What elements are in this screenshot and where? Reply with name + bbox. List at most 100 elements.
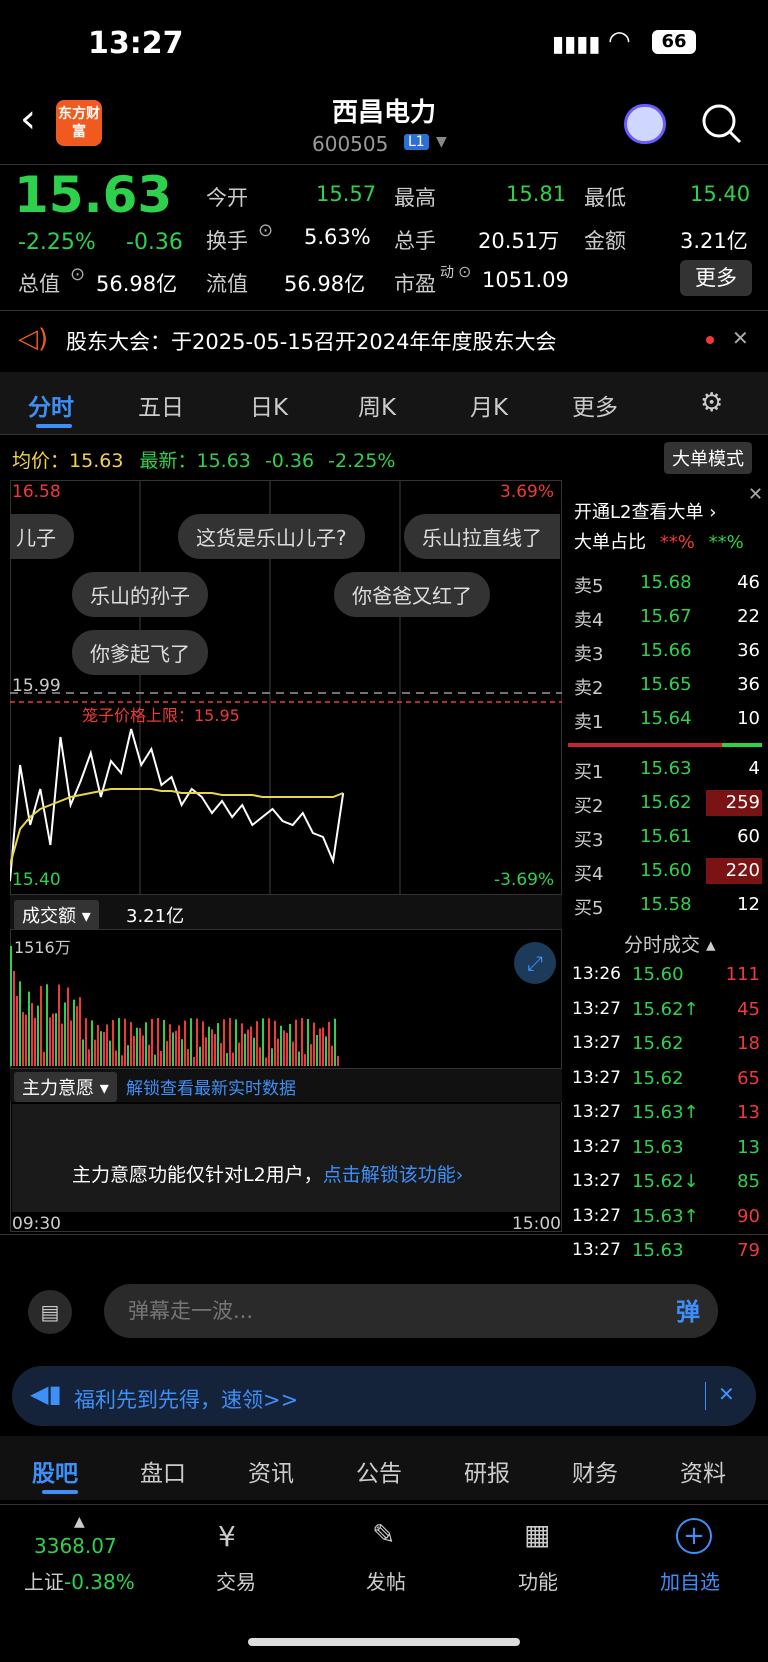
robot-assistant-icon[interactable] (624, 104, 666, 144)
info-icon[interactable]: ⊙ (458, 262, 471, 281)
expand-icon[interactable]: ⤢ (514, 942, 556, 984)
volume-bar (103, 1032, 105, 1066)
volume-bar (229, 1018, 231, 1066)
trade-price: 15.62 (632, 1067, 684, 1089)
time-start: 09:30 (12, 1214, 61, 1234)
subtab-4[interactable]: 研报 (464, 1454, 510, 1488)
label-high: 最高 (394, 186, 436, 210)
value-volume: 20.51万 (478, 229, 560, 253)
info-icon[interactable]: ⊙ (258, 220, 273, 241)
volume-type-selector[interactable]: 成交额 ▾ (14, 900, 99, 930)
volume-bar (133, 1035, 135, 1066)
index-pct: -0.38% (64, 1570, 135, 1594)
volume-bar (76, 1006, 78, 1066)
subtab-indicator (42, 1490, 78, 1494)
volume-bar (196, 1018, 198, 1066)
subtab-3[interactable]: 公告 (356, 1454, 402, 1488)
index-name[interactable]: 上证 (24, 1570, 64, 1594)
volume-bar (334, 1018, 336, 1066)
volume-bar (40, 985, 42, 1066)
volume-bar (127, 1045, 129, 1066)
tab-0[interactable]: 分时 (28, 388, 74, 422)
wifi-icon: ◠ (608, 26, 631, 56)
ratio-sell: **% (659, 532, 695, 553)
bid-price: 15.63 (640, 758, 692, 779)
volume-bar (115, 1050, 117, 1066)
danmaku-input[interactable] (128, 1294, 528, 1328)
volume-bar (19, 981, 21, 1066)
danmaku-toggle-button[interactable]: 弹 (676, 1292, 700, 1327)
promo-text[interactable]: 福利先到先得，速领>> (74, 1384, 298, 1414)
volume-bar (100, 1031, 102, 1066)
value-pe: 1051.09 (482, 268, 569, 292)
volume-bar (274, 1020, 276, 1066)
settings-icon[interactable]: ⚙ (700, 388, 723, 418)
trade-time: 13:27 (572, 1102, 621, 1122)
volume-bar (298, 1051, 300, 1066)
function-button[interactable]: 功能 (518, 1566, 558, 1595)
tab-3[interactable]: 周K (358, 388, 396, 422)
volume-bar (70, 1020, 72, 1066)
volume-bar (259, 1047, 261, 1066)
force-unlock-button[interactable]: 点击解锁该功能 (323, 1164, 456, 1186)
subtab-6[interactable]: 资料 (680, 1454, 726, 1488)
trade-price: 15.63↑ (632, 1102, 699, 1123)
trade-button[interactable]: 交易 (216, 1566, 256, 1595)
volume-bar (106, 1024, 108, 1066)
volume-bar (235, 1019, 237, 1066)
post-button[interactable]: 发帖 (366, 1566, 406, 1595)
subtab-5[interactable]: 财务 (572, 1454, 618, 1488)
trade-time: 13:27 (572, 1240, 621, 1260)
danmaku-bubble: 这货是乐山儿子? (178, 514, 365, 559)
post-icon[interactable]: ✎ (372, 1518, 395, 1551)
trades-label[interactable]: 分时成交 (624, 934, 700, 956)
stock-code: 600505 (312, 132, 389, 156)
trade-time: 13:27 (572, 1136, 621, 1157)
volume-bar (178, 1025, 180, 1066)
volume-bar (199, 1046, 201, 1066)
volume-bar (316, 1035, 318, 1066)
search-icon[interactable] (700, 102, 744, 146)
index-value[interactable]: 3368.07 (34, 1534, 117, 1558)
close-icon[interactable]: ✕ (732, 326, 749, 350)
big-order-mode-button[interactable]: 大单模式 (664, 442, 752, 474)
latest-chg: -0.36 (264, 450, 315, 472)
subtab-2[interactable]: 资讯 (248, 1454, 294, 1488)
info-icon[interactable]: ⊙ (70, 264, 85, 285)
volume-bar (64, 1002, 66, 1066)
function-grid-icon[interactable]: ▦ (524, 1518, 550, 1551)
add-watchlist-button[interactable]: 加自选 (660, 1566, 720, 1595)
tab-4[interactable]: 月K (470, 388, 508, 422)
volume-bar (307, 1019, 309, 1066)
value-amount: 3.21亿 (680, 229, 748, 253)
close-icon[interactable]: ✕ (718, 1382, 735, 1406)
subtab-0[interactable]: 股吧 (32, 1454, 78, 1488)
comment-list-icon[interactable]: ▤ (28, 1290, 72, 1334)
close-icon[interactable]: ✕ (748, 484, 763, 505)
volume-bar (265, 1057, 267, 1066)
volume-bar (85, 1018, 87, 1066)
volume-bar (277, 1038, 279, 1066)
danmaku-bubble: 乐山拉直线了 (404, 514, 560, 559)
open-l2-link[interactable]: 开通L2查看大单 › (574, 498, 716, 524)
tab-2[interactable]: 日K (250, 388, 288, 422)
unread-dot (706, 336, 714, 344)
volume-bar (97, 1025, 99, 1066)
volume-bar (181, 1039, 183, 1066)
unlock-link[interactable]: 解锁查看最新实时数据 (126, 1074, 296, 1099)
chevron-up-icon: ▲ (74, 1514, 85, 1530)
chevron-down-icon[interactable]: ▼ (436, 134, 447, 150)
avg-value: 15.63 (69, 450, 124, 472)
volume-bar (295, 1019, 297, 1066)
tab-1[interactable]: 五日 (138, 388, 184, 422)
more-button[interactable]: 更多 (680, 260, 752, 296)
volume-bar (187, 1048, 189, 1066)
notice-text[interactable]: 股东大会：于2025-05-15召开2024年年度股东大会 (66, 326, 556, 356)
volume-bar (190, 1018, 192, 1066)
trade-icon[interactable]: ¥ (218, 1520, 236, 1553)
add-watchlist-icon[interactable]: + (676, 1518, 712, 1554)
top-price: 16.58 (12, 482, 61, 502)
subtab-1[interactable]: 盘口 (140, 1454, 186, 1488)
force-selector[interactable]: 主力意愿 ▾ (14, 1072, 117, 1102)
tab-5[interactable]: 更多 (572, 388, 618, 422)
